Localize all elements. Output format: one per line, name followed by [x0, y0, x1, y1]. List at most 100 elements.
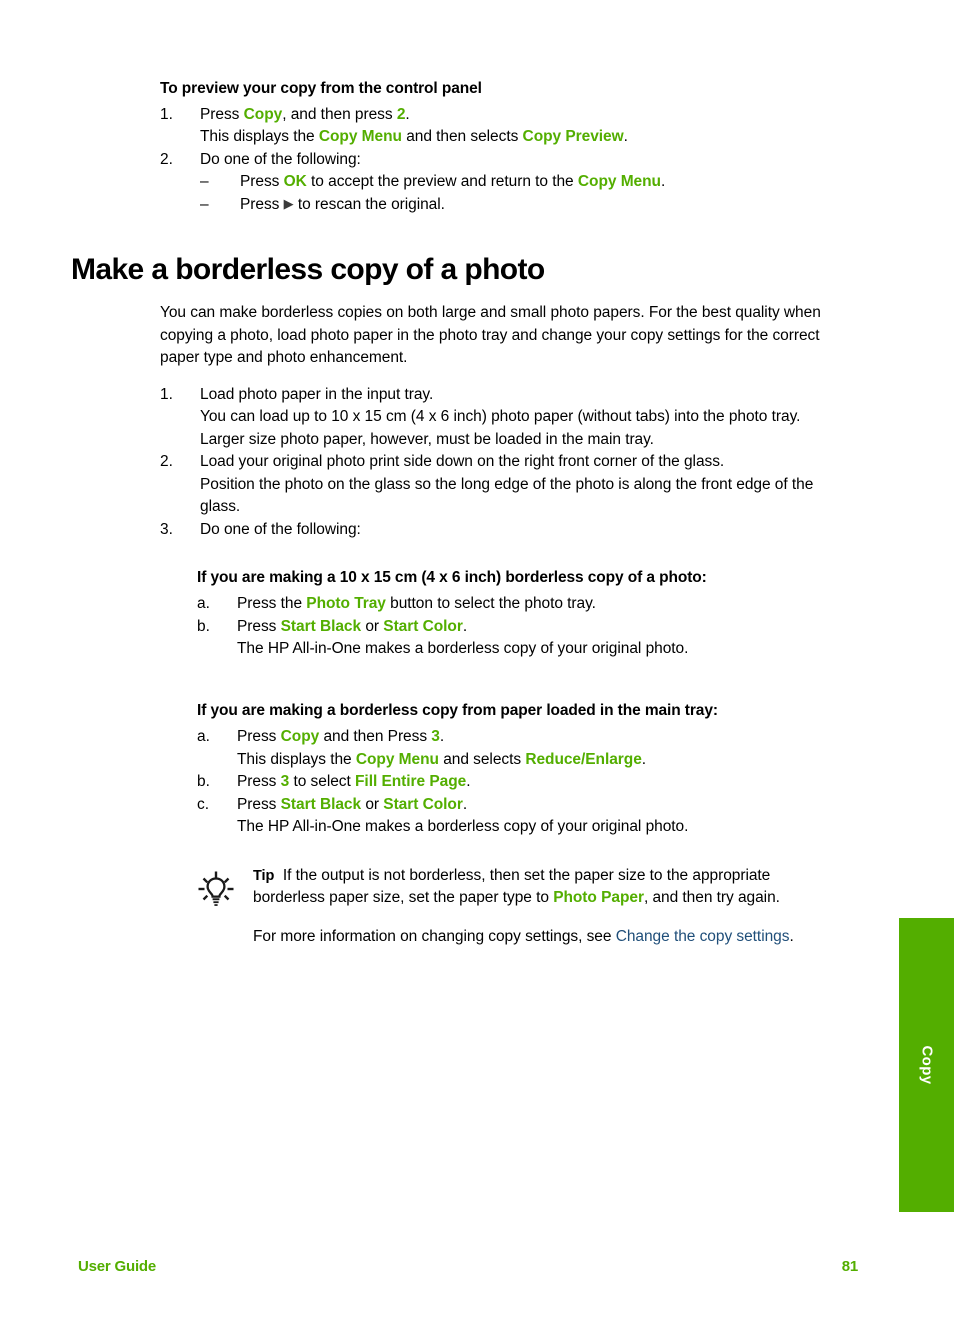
ui-term: Start Color: [383, 617, 463, 635]
text-run: This displays the: [200, 128, 319, 146]
list-marker: a.: [197, 728, 210, 746]
list-item: 3. Do one of the following:: [160, 519, 846, 541]
list-marker: 2.: [160, 150, 173, 168]
list-item-text: Load your original photo print side down…: [200, 453, 725, 471]
text-run: and then Press: [319, 728, 432, 746]
ui-term: Copy: [280, 728, 320, 746]
subsection-result-text: The HP All-in-One makes a borderless cop…: [237, 818, 689, 836]
text-run: .: [789, 927, 794, 945]
ui-term: Start Color: [383, 795, 463, 813]
ui-term: Start Black: [280, 795, 362, 813]
text-run: .: [623, 128, 628, 146]
list-marker: a.: [197, 595, 210, 613]
tip-block: Tip If the output is not borderless, the…: [160, 865, 846, 948]
list-item-text: Load photo paper in the input tray.: [200, 385, 434, 403]
chapter-side-tab-label: Copy: [918, 1045, 935, 1085]
text-run: Press: [237, 728, 281, 746]
ui-term: Photo Paper: [553, 889, 644, 907]
ui-term: Start Black: [280, 617, 362, 635]
list-item: a. Press Copy and then Press 3.: [197, 726, 846, 748]
preview-section-heading: To preview your copy from the control pa…: [160, 80, 482, 97]
text-run: and then selects: [401, 128, 523, 146]
tip-label: Tip: [253, 867, 275, 884]
list-item: b. Press Start Black or Start Color.: [197, 616, 846, 638]
text-run: , and then press: [282, 106, 397, 123]
list-item-continuation: This displays the Copy Menu and then sel…: [160, 126, 846, 148]
ui-term: Reduce/Enlarge: [525, 750, 642, 768]
text-run: Press the: [237, 595, 307, 613]
list-item-text: Press the Photo Tray button to select th…: [237, 593, 846, 615]
document-page: Copy Make a borderless copy of a photo T…: [0, 0, 954, 1321]
text-run: .: [660, 173, 666, 191]
right-arrow-icon: ▶: [283, 195, 294, 211]
text-run: Press: [240, 195, 284, 213]
list-item: a. Press the Photo Tray button to select…: [197, 593, 846, 615]
page-footer: User Guide 81: [78, 1258, 858, 1275]
text-run: or: [361, 617, 384, 635]
text-run: or: [361, 795, 384, 813]
list-marker: 2.: [160, 453, 173, 471]
dash-marker: –: [200, 173, 209, 191]
list-item-continuation: This displays the Copy Menu and selects …: [197, 749, 846, 771]
list-marker: 1.: [160, 106, 173, 123]
list-item: – Press ▶ to rescan the original.: [200, 194, 846, 216]
tip-paragraph: Tip If the output is not borderless, the…: [253, 865, 846, 910]
list-item: – Press OK to accept the preview and ret…: [200, 171, 846, 193]
list-marker: b.: [197, 617, 210, 635]
text-run: Press: [237, 617, 281, 635]
subsection-heading: If you are making a borderless copy from…: [197, 702, 718, 720]
ui-term: Fill Entire Page: [355, 773, 467, 791]
tip-more-info: For more information on changing copy se…: [253, 926, 846, 948]
ui-term: Copy Menu: [577, 173, 661, 191]
list-item-text: Do one of the following:: [200, 150, 361, 168]
subsection-main-tray: If you are making a borderless copy from…: [160, 700, 846, 838]
text-run: to select: [289, 773, 356, 791]
cross-reference-link[interactable]: Change the copy settings: [616, 928, 790, 945]
list-item-continuation: Position the photo on the glass so the l…: [200, 475, 814, 516]
list-item-continuation: You can load up to 10 x 15 cm (4 x 6 inc…: [200, 408, 801, 448]
list-item-text: Press OK to accept the preview and retur…: [240, 171, 846, 193]
text-run: For more information on changing copy se…: [253, 927, 616, 945]
list-item: b. Press 3 to select Fill Entire Page.: [197, 771, 846, 793]
tip-text: Tip If the output is not borderless, the…: [253, 865, 846, 948]
text-run: .: [466, 773, 471, 791]
text-run: button to select the photo tray.: [385, 595, 596, 613]
subsection-small-photo: If you are making a 10 x 15 cm (4 x 6 in…: [160, 567, 846, 660]
text-run: .: [405, 106, 410, 123]
text-run: Press: [240, 173, 284, 191]
ui-term: Copy: [243, 106, 283, 123]
ui-term: Copy Menu: [355, 750, 439, 768]
text-run: to accept the preview and return to the: [306, 173, 578, 191]
list-marker: 3.: [160, 520, 173, 538]
text-run: .: [439, 728, 445, 746]
list-item: 2. Load your original photo print side d…: [160, 451, 846, 473]
list-marker: b.: [197, 773, 210, 791]
footer-left-label: User Guide: [78, 1258, 157, 1275]
ui-term: Photo Tray: [306, 595, 386, 613]
list-item-text: Press ▶ to rescan the original.: [240, 194, 846, 216]
ui-term: 3: [431, 728, 440, 746]
text-run: This displays the: [237, 750, 356, 768]
ui-term: OK: [283, 173, 307, 191]
text-run: , and then try again.: [643, 889, 780, 907]
text-run: to rescan the original.: [293, 195, 445, 213]
text-run: Press: [237, 773, 281, 791]
subsection-heading: If you are making a 10 x 15 cm (4 x 6 in…: [197, 569, 707, 587]
list-item-text: Press Start Black or Start Color.: [237, 794, 846, 816]
list-item-text: Press Copy, and then press 2.: [200, 104, 846, 126]
text-run: .: [462, 795, 468, 813]
list-item: 1. Load photo paper in the input tray.: [160, 384, 846, 406]
list-item: c. Press Start Black or Start Color.: [197, 794, 846, 816]
text-run: .: [641, 750, 647, 768]
lightbulb-icon: [197, 865, 253, 948]
intro-paragraph: You can make borderless copies on both l…: [160, 304, 821, 367]
list-item: 1. Press Copy, and then press 2.: [160, 104, 846, 126]
list-item-text: Press Start Black or Start Color.: [237, 616, 846, 638]
nested-bullet-list: – Press OK to accept the preview and ret…: [160, 171, 846, 216]
ui-term: 3: [280, 773, 290, 791]
list-item: 2. Do one of the following:: [160, 149, 846, 171]
list-marker: 1.: [160, 385, 173, 403]
page-number: 81: [841, 1258, 859, 1275]
chapter-side-tab: Copy: [899, 918, 954, 1212]
text-run: and selects: [438, 750, 526, 768]
